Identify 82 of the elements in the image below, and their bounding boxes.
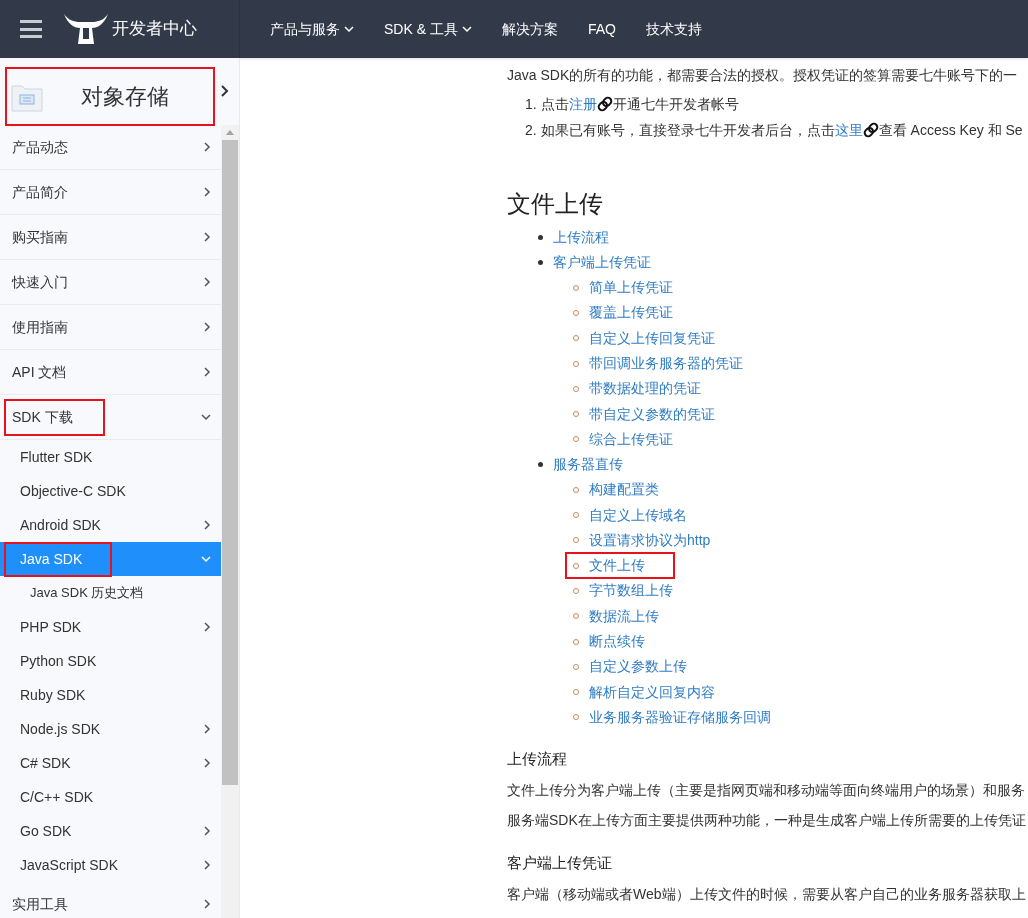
chevron-right-icon[interactable]	[204, 142, 212, 152]
step-text: 如果已有账号，直接登录七牛开发者后台，点击	[540, 121, 835, 140]
toc-link[interactable]: 简单上传凭证	[589, 277, 673, 299]
chevron-right-icon[interactable]	[204, 826, 212, 836]
sidebar-item[interactable]: Objective-C SDK	[0, 474, 222, 508]
sidebar-item[interactable]: PHP SDK	[0, 610, 222, 644]
toc-link[interactable]: 构建配置类	[589, 479, 659, 501]
toc-link[interactable]: 文件上传	[589, 555, 645, 577]
chevron-right-icon[interactable]	[204, 758, 212, 768]
toc-link[interactable]: 自定义上传域名	[589, 504, 687, 526]
toc-link[interactable]: 上传流程	[553, 227, 609, 248]
text-link[interactable]: 注册	[568, 93, 597, 115]
subsection-heading: 上传流程	[507, 749, 568, 770]
chain-link-icon	[596, 96, 613, 112]
section-heading: 文件上传	[507, 189, 604, 219]
bullet-icon	[538, 462, 543, 468]
chevron-right-icon[interactable]	[204, 724, 212, 734]
chain-link-icon	[862, 122, 879, 138]
toc-link[interactable]: 自定义参数上传	[589, 656, 687, 678]
sidebar-item[interactable]: Android SDK	[0, 508, 222, 542]
caret-icon	[461, 25, 472, 33]
bullet-icon	[538, 260, 543, 265]
sidebar-item[interactable]: Ruby SDK	[0, 678, 222, 712]
toc-link[interactable]: 服务器直传	[553, 454, 623, 476]
sidebar-title: 对象存储	[81, 83, 169, 111]
sidebar-item[interactable]: Go SDK	[0, 814, 222, 848]
sidebar-item[interactable]: C/C++ SDK	[0, 780, 222, 814]
chevron-right-icon[interactable]	[204, 899, 212, 909]
intro-paragraph: Java SDK的所有的功能，都需要合法的授权。授权凭证的签算需要七牛账号下的一	[507, 66, 1019, 85]
nav-link[interactable]: 解决方案	[501, 18, 558, 40]
toc-link[interactable]: 自定义上传回复凭证	[589, 327, 715, 349]
sidebar-item[interactable]: SDK 下载	[0, 395, 222, 440]
toc-link[interactable]: 带回调业务服务器的凭证	[589, 353, 743, 375]
subsection-heading: 客户端上传凭证	[507, 853, 613, 874]
chevron-down-icon[interactable]	[201, 413, 212, 421]
body-paragraph: 文件上传分为客户端上传（主要是指网页端和移动端等面向终端用户的场景）和服务	[507, 781, 1026, 801]
step-text: 查看 Access Key 和 Se	[878, 121, 1023, 140]
chevron-right-icon[interactable]	[220, 84, 229, 98]
highlight-frame: SDK 下载	[6, 400, 103, 434]
sidebar-item[interactable]: JavaScript SDK	[0, 848, 222, 882]
chevron-right-icon[interactable]	[204, 622, 212, 632]
toc-link[interactable]: 带自定义参数的凭证	[589, 403, 715, 425]
step-text: 开通七牛开发者帐号	[612, 95, 739, 114]
step-number: 1.	[525, 95, 537, 114]
chevron-right-icon[interactable]	[204, 367, 212, 377]
toc-link[interactable]: 设置请求协议为http	[589, 529, 711, 551]
nav-link[interactable]: 产品与服务	[270, 18, 354, 40]
chevron-right-icon[interactable]	[204, 277, 212, 287]
toc-link[interactable]: 字节数组上传	[589, 580, 673, 602]
toc-link[interactable]: 综合上传凭证	[589, 428, 673, 450]
body-paragraph: 服务端SDK在上传方面主要提供两种功能，一种是生成客户端上传所需要的上传凭证	[507, 811, 1027, 831]
bullet-icon	[538, 235, 543, 240]
chevron-right-icon[interactable]	[204, 322, 212, 332]
body-paragraph: 客户端（移动端或者Web端）上传文件的时候，需要从客户自己的业务服务器获取上	[507, 885, 1027, 905]
chevron-right-icon[interactable]	[204, 187, 212, 197]
toc-link[interactable]: 带数据处理的凭证	[589, 378, 701, 400]
caret-icon	[344, 25, 354, 33]
nav-link[interactable]: SDK & 工具	[384, 18, 472, 40]
toc-link[interactable]: 断点续传	[589, 631, 645, 652]
brand-name[interactable]: 开发者中心	[112, 16, 197, 42]
menu-icon[interactable]	[20, 20, 42, 38]
chevron-right-icon[interactable]	[204, 232, 212, 242]
nav-link[interactable]: FAQ	[587, 18, 616, 40]
sidebar-item[interactable]: C# SDK	[0, 746, 222, 780]
sidebar-item[interactable]: Node.js SDK	[0, 712, 222, 746]
scrollbar[interactable]	[221, 125, 239, 918]
scrollbar-thumb[interactable]	[222, 140, 239, 785]
toc-link[interactable]: 覆盖上传凭证	[589, 302, 673, 324]
chevron-right-icon[interactable]	[204, 520, 212, 530]
chevron-right-icon[interactable]	[204, 860, 212, 870]
text-link[interactable]: 这里	[834, 119, 863, 141]
step-number: 2.	[525, 121, 537, 140]
sidebar-item[interactable]: Java SDK 历史文档	[0, 576, 222, 610]
nav-link[interactable]: 技术支持	[645, 18, 702, 40]
highlight-frame: Java SDK	[6, 543, 111, 575]
sidebar-item[interactable]: Python SDK	[0, 644, 222, 678]
toc-link[interactable]: 客户端上传凭证	[553, 252, 651, 273]
sidebar-item[interactable]: Flutter SDK	[0, 440, 222, 474]
toc-link[interactable]: 业务服务器验证存储服务回调	[589, 706, 771, 728]
toc-link[interactable]: 数据流上传	[589, 605, 659, 627]
step-text: 点击	[540, 95, 569, 114]
toc-link[interactable]: 解析自定义回复内容	[589, 681, 715, 703]
